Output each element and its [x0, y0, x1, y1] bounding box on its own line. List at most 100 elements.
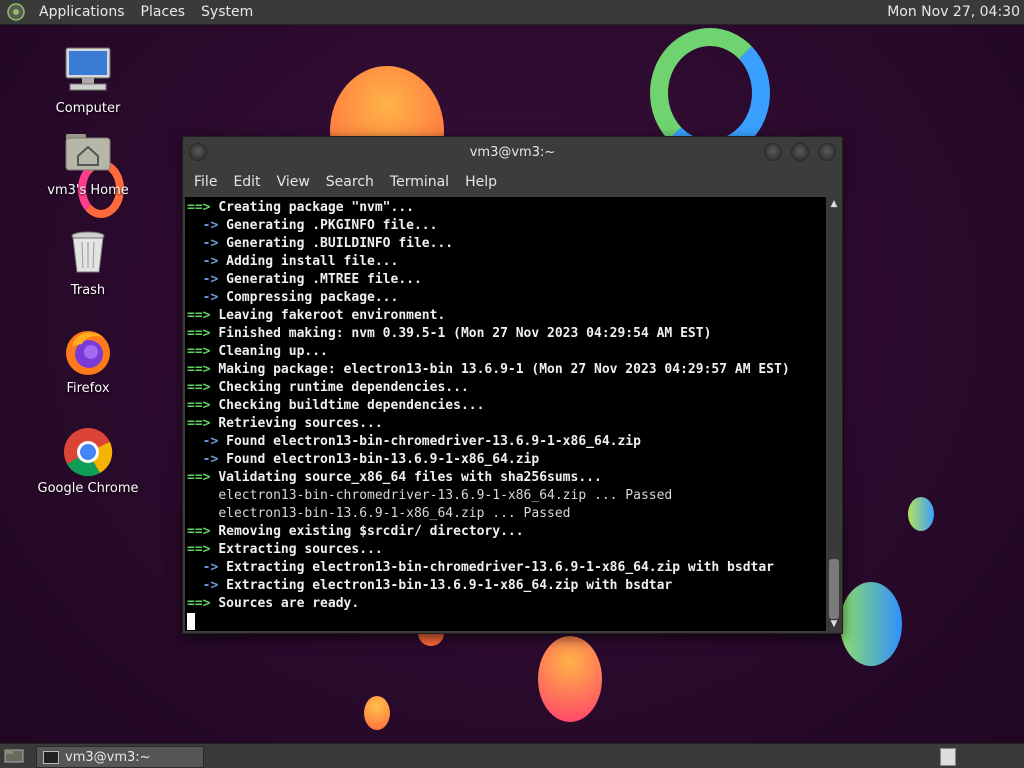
line-text: Creating package "nvm"... [218, 200, 414, 215]
line-prefix: -> [187, 254, 227, 269]
terminal-line: ==> Checking buildtime dependencies... [187, 397, 826, 415]
maximize-button[interactable] [791, 143, 809, 161]
line-text: electron13-bin-chromedriver-13.6.9-1-x86… [218, 488, 673, 503]
line-text: Found electron13-bin-13.6.9-1-x86_64.zip [226, 452, 540, 467]
line-text: Finished making: nvm 0.39.5-1 (Mon 27 No… [218, 326, 712, 341]
wallpaper-large-bubble [840, 582, 902, 666]
desktop-icon-label: Firefox [66, 381, 110, 396]
line-prefix: ==> [187, 398, 219, 413]
desktop-icon-computer[interactable]: Computer [33, 46, 143, 116]
line-prefix: ==> [187, 326, 219, 341]
line-prefix: -> [187, 452, 227, 467]
terminal-scrollbar[interactable]: ▲ ▼ [827, 197, 841, 631]
scroll-down-arrow-icon[interactable]: ▼ [827, 618, 841, 630]
terminal-line: ==> Cleaning up... [187, 343, 826, 361]
menu-view[interactable]: View [269, 174, 318, 190]
distro-logo-icon[interactable] [7, 3, 25, 21]
line-text: Generating .PKGINFO file... [226, 218, 438, 233]
desktop-icon-label: Computer [55, 101, 121, 116]
workspace-switcher[interactable] [940, 748, 956, 766]
scroll-up-arrow-icon[interactable]: ▲ [827, 198, 841, 210]
terminal-line: ==> Creating package "nvm"... [187, 199, 826, 217]
system-menu[interactable]: System [193, 0, 261, 24]
places-menu[interactable]: Places [133, 0, 194, 24]
line-prefix: -> [187, 560, 227, 575]
trash-icon [62, 228, 114, 280]
menu-file[interactable]: File [186, 174, 225, 190]
line-text: Checking buildtime dependencies... [218, 398, 485, 413]
line-prefix: -> [187, 272, 227, 287]
line-text: Validating source_x86_64 files with sha2… [218, 470, 602, 485]
show-desktop-icon[interactable] [4, 748, 24, 764]
line-text: Extracting sources... [218, 542, 383, 557]
line-prefix [187, 488, 218, 503]
prompt-line [187, 613, 826, 631]
desktop-icon-firefox[interactable]: Firefox [33, 326, 143, 396]
terminal-line: electron13-bin-chromedriver-13.6.9-1-x86… [187, 487, 826, 505]
line-text: electron13-bin-13.6.9-1-x86_64.zip ... P… [218, 506, 571, 521]
line-prefix: ==> [187, 380, 219, 395]
terminal-line: ==> Removing existing $srcdir/ directory… [187, 523, 826, 541]
desktop-icon-trash[interactable]: Trash [33, 228, 143, 298]
home-folder-icon [62, 128, 114, 180]
close-button[interactable] [818, 143, 836, 161]
minimize-button[interactable] [764, 143, 782, 161]
line-text: Compressing package... [226, 290, 399, 305]
window-menubar: File Edit View Search Terminal Help [183, 167, 842, 197]
line-text: Adding install file... [226, 254, 399, 269]
terminal-line: ==> Finished making: nvm 0.39.5-1 (Mon 2… [187, 325, 826, 343]
terminal-window[interactable]: vm3@vm3:~ File Edit View Search Terminal… [182, 136, 843, 634]
terminal-line: ==> Making package: electron13-bin 13.6.… [187, 361, 826, 379]
window-title: vm3@vm3:~ [469, 145, 556, 160]
line-prefix: ==> [187, 362, 219, 377]
line-prefix: -> [187, 290, 227, 305]
menu-help[interactable]: Help [457, 174, 505, 190]
terminal-line: ==> Extracting sources... [187, 541, 826, 559]
wallpaper-tiny-bubble [364, 696, 390, 730]
line-text: Leaving fakeroot environment. [218, 308, 446, 323]
line-text: Extracting electron13-bin-13.6.9-1-x86_6… [226, 578, 673, 593]
terminal-line: -> Generating .PKGINFO file... [187, 217, 826, 235]
terminal-line: -> Extracting electron13-bin-13.6.9-1-x8… [187, 577, 826, 595]
terminal-line: ==> Retrieving sources... [187, 415, 826, 433]
scrollbar-thumb[interactable] [829, 559, 839, 619]
menu-terminal[interactable]: Terminal [382, 174, 457, 190]
top-panel: Applications Places System Mon Nov 27, 0… [0, 0, 1024, 25]
line-prefix: -> [187, 218, 227, 233]
line-prefix: ==> [187, 200, 219, 215]
terminal-line: -> Found electron13-bin-13.6.9-1-x86_64.… [187, 451, 826, 469]
chrome-icon [62, 426, 114, 478]
taskbar-terminal-button[interactable]: vm3@vm3:~ [36, 746, 204, 768]
terminal-line: -> Compressing package... [187, 289, 826, 307]
terminal-line: electron13-bin-13.6.9-1-x86_64.zip ... P… [187, 505, 826, 523]
line-text: Sources are ready. [218, 596, 360, 611]
bottom-panel: vm3@vm3:~ [0, 743, 1024, 768]
terminal-line: ==> Checking runtime dependencies... [187, 379, 826, 397]
line-text: Checking runtime dependencies... [218, 380, 469, 395]
line-text: Making package: electron13-bin 13.6.9-1 … [218, 362, 790, 377]
firefox-icon [62, 326, 114, 378]
terminal-icon [43, 750, 59, 764]
terminal-line: ==> Sources are ready. [187, 595, 826, 613]
line-prefix: ==> [187, 470, 219, 485]
line-prefix: ==> [187, 596, 219, 611]
desktop-icon-home[interactable]: vm3's Home [33, 128, 143, 198]
desktop-icon-label: Google Chrome [37, 481, 139, 496]
clock[interactable]: Mon Nov 27, 04:30 [887, 0, 1020, 24]
line-prefix: -> [187, 578, 227, 593]
window-titlebar[interactable]: vm3@vm3:~ [183, 137, 842, 167]
desktop-icon-label: Trash [70, 283, 106, 298]
terminal-line: ==> Validating source_x86_64 files with … [187, 469, 826, 487]
line-text: Cleaning up... [218, 344, 328, 359]
line-text: Generating .MTREE file... [226, 272, 422, 287]
terminal-line: -> Found electron13-bin-chromedriver-13.… [187, 433, 826, 451]
menu-edit[interactable]: Edit [225, 174, 268, 190]
desktop-icon-chrome[interactable]: Google Chrome [33, 426, 143, 496]
taskbar-label: vm3@vm3:~ [65, 749, 151, 765]
line-text: Retrieving sources... [218, 416, 383, 431]
terminal-line: -> Extracting electron13-bin-chromedrive… [187, 559, 826, 577]
applications-menu[interactable]: Applications [31, 0, 133, 24]
menu-search[interactable]: Search [318, 174, 382, 190]
line-text: Generating .BUILDINFO file... [226, 236, 454, 251]
terminal-output[interactable]: ==> Creating package "nvm"... -> Generat… [185, 197, 826, 631]
